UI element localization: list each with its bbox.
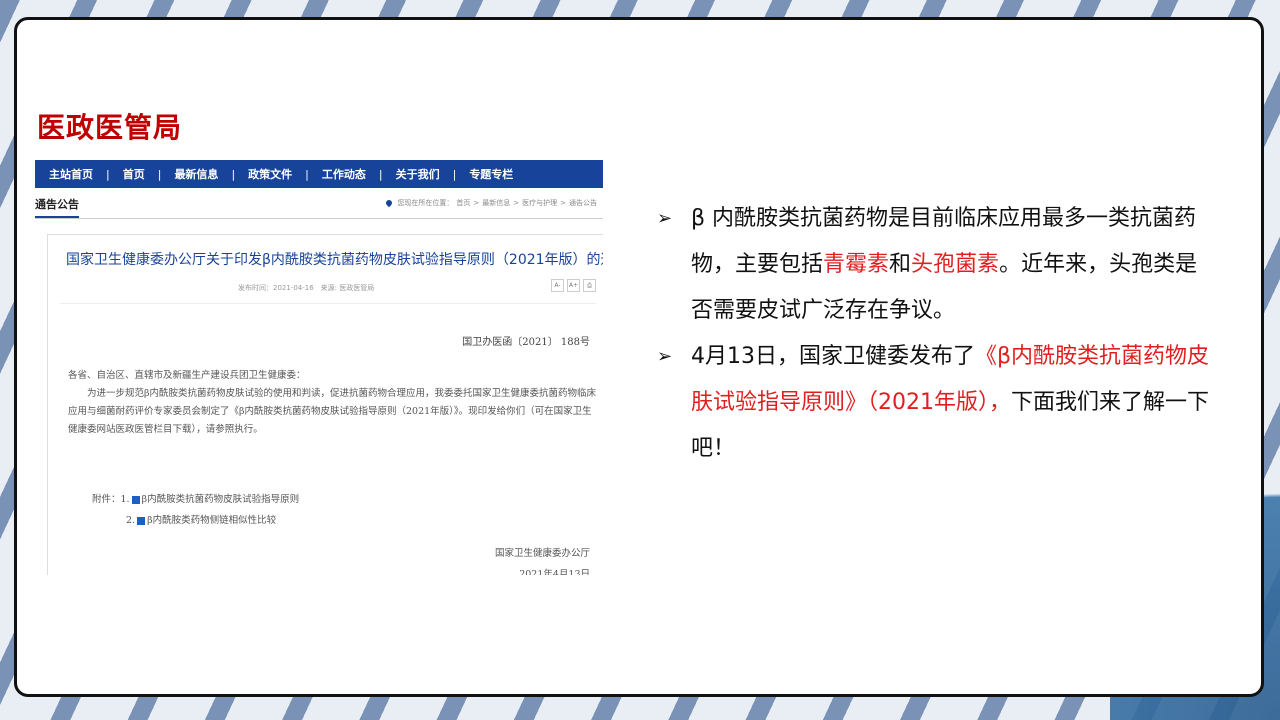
attachment-link-2[interactable]: β内酰胺类药物侧链相似性比较 [147,510,276,531]
publish-meta: 发布时间：2021-04-16 来源: 医政医管局 [238,284,375,292]
signature-block: 国家卫生健康委办公厅 2021年4月13日 [495,543,590,575]
top-nav: 主站首页 | 首页 | 最新信息 | 政策文件 | 工作动态 | 关于我们 | … [35,160,603,188]
document-body: 各省、自治区、直辖市及新疆生产建设兵团卫生健康委： 为进一步规范β内酰胺类抗菌药… [68,367,596,439]
signature-date: 2021年4月13日 [519,569,590,575]
arrow-bullet-icon: ➢ [657,346,673,367]
print-icon[interactable]: ⎙ [583,279,596,292]
breadcrumb-item-home[interactable]: 首页 [456,198,470,208]
breadcrumb-item-latest[interactable]: 最新信息 [482,198,510,208]
breadcrumb-bar: 通告公告 您现在所在位置： 首页 > 最新信息 > 医疗与护理 > 通告公告 [35,188,603,219]
salutation: 各省、自治区、直辖市及新疆生产建设兵团卫生健康委： [68,370,306,381]
breadcrumb: 您现在所在位置： 首页 > 最新信息 > 医疗与护理 > 通告公告 [385,198,597,208]
nav-item-policy[interactable]: 政策文件 [248,166,292,182]
document-number: 国卫办医函〔2021〕 188号 [462,337,590,348]
location-pin-icon [385,198,394,208]
attachments-label: 附件： [92,494,121,505]
document-panel: 国家卫生健康委办公厅关于印发β内酰胺类抗菌药物皮肤试验指导原则（2021年版）的… [47,234,603,575]
nav-separator: | [231,167,236,181]
document-icon [137,516,146,525]
nav-separator: | [305,167,309,181]
nav-separator: | [157,167,162,181]
attachment-index: 2. [126,515,136,526]
breadcrumb-prefix: 您现在所在位置： [397,199,454,207]
nav-item-special[interactable]: 专题专栏 [469,166,513,182]
breadcrumb-item-notice[interactable]: 通告公告 [569,198,597,208]
breadcrumb-arrow-icon: > [473,199,480,207]
nav-item-about[interactable]: 关于我们 [396,166,440,182]
document-icon [131,495,140,504]
document-meta-row: 发布时间：2021-04-16 来源: 医政医管局 A- A+ ⎙ [60,269,596,304]
document-title: 国家卫生健康委办公厅关于印发β内酰胺类抗菌药物皮肤试验指导原则（2021年版）的… [66,252,603,268]
section-title: 通告公告 [35,189,79,218]
bullet-list: ➢ β 内酰胺类抗菌药物是目前临床应用最多一类抗菌药物，主要包括青霉素和头孢菌素… [657,196,1217,472]
nav-item-latest[interactable]: 最新信息 [174,166,218,182]
breadcrumb-arrow-icon: > [513,199,520,207]
text-tools: A- A+ ⎙ [551,279,596,292]
bullet-item-1: ➢ β 内酰胺类抗菌药物是目前临床应用最多一类抗菌药物，主要包括青霉素和头孢菌素… [657,196,1217,334]
bullet-item-2: ➢ 4月13日，国家卫健委发布了《β内酰胺类抗菌药物皮肤试验指导原则》（2021… [657,334,1217,472]
nav-separator: | [452,167,457,181]
body-paragraph: 为进一步规范β内酰胺类抗菌药物皮肤试验的使用和判读，促进抗菌药物合理应用，我委委… [68,388,596,435]
font-increase-button[interactable]: A+ [567,279,580,292]
highlight-penicillin: 青霉素 [823,252,890,277]
site-title: 医政医管局 [37,111,183,144]
signer: 国家卫生健康委办公厅 [494,548,590,559]
nav-separator: | [378,167,383,181]
nav-item-main-home[interactable]: 主站首页 [49,166,93,182]
arrow-bullet-icon: ➢ [657,208,673,229]
slide-card: 医政医管局 主站首页 | 首页 | 最新信息 | 政策文件 | 工作动态 | 关… [14,17,1264,697]
breadcrumb-arrow-icon: > [560,199,566,207]
font-decrease-button[interactable]: A- [551,279,564,292]
breadcrumb-item-medical[interactable]: 医疗与护理 [522,198,557,208]
nav-item-work[interactable]: 工作动态 [322,166,366,182]
highlight-cephalosporin: 头孢菌素 [911,252,1000,277]
attachments: 附件： 1. β内酰胺类抗菌药物皮肤试验指导原则 2. β内酰胺类药物侧链相似性… [92,489,299,531]
bullet-text: 和 [889,252,912,277]
bullet-text: 4月13日，国家卫健委发布了 [691,344,975,369]
webpage-screenshot: 主站首页 | 首页 | 最新信息 | 政策文件 | 工作动态 | 关于我们 | … [35,160,603,575]
nav-separator: | [106,167,110,181]
attachment-index: 1. [120,494,130,505]
nav-item-home[interactable]: 首页 [123,166,145,182]
attachment-link-1[interactable]: β内酰胺类抗菌药物皮肤试验指导原则 [142,489,300,510]
